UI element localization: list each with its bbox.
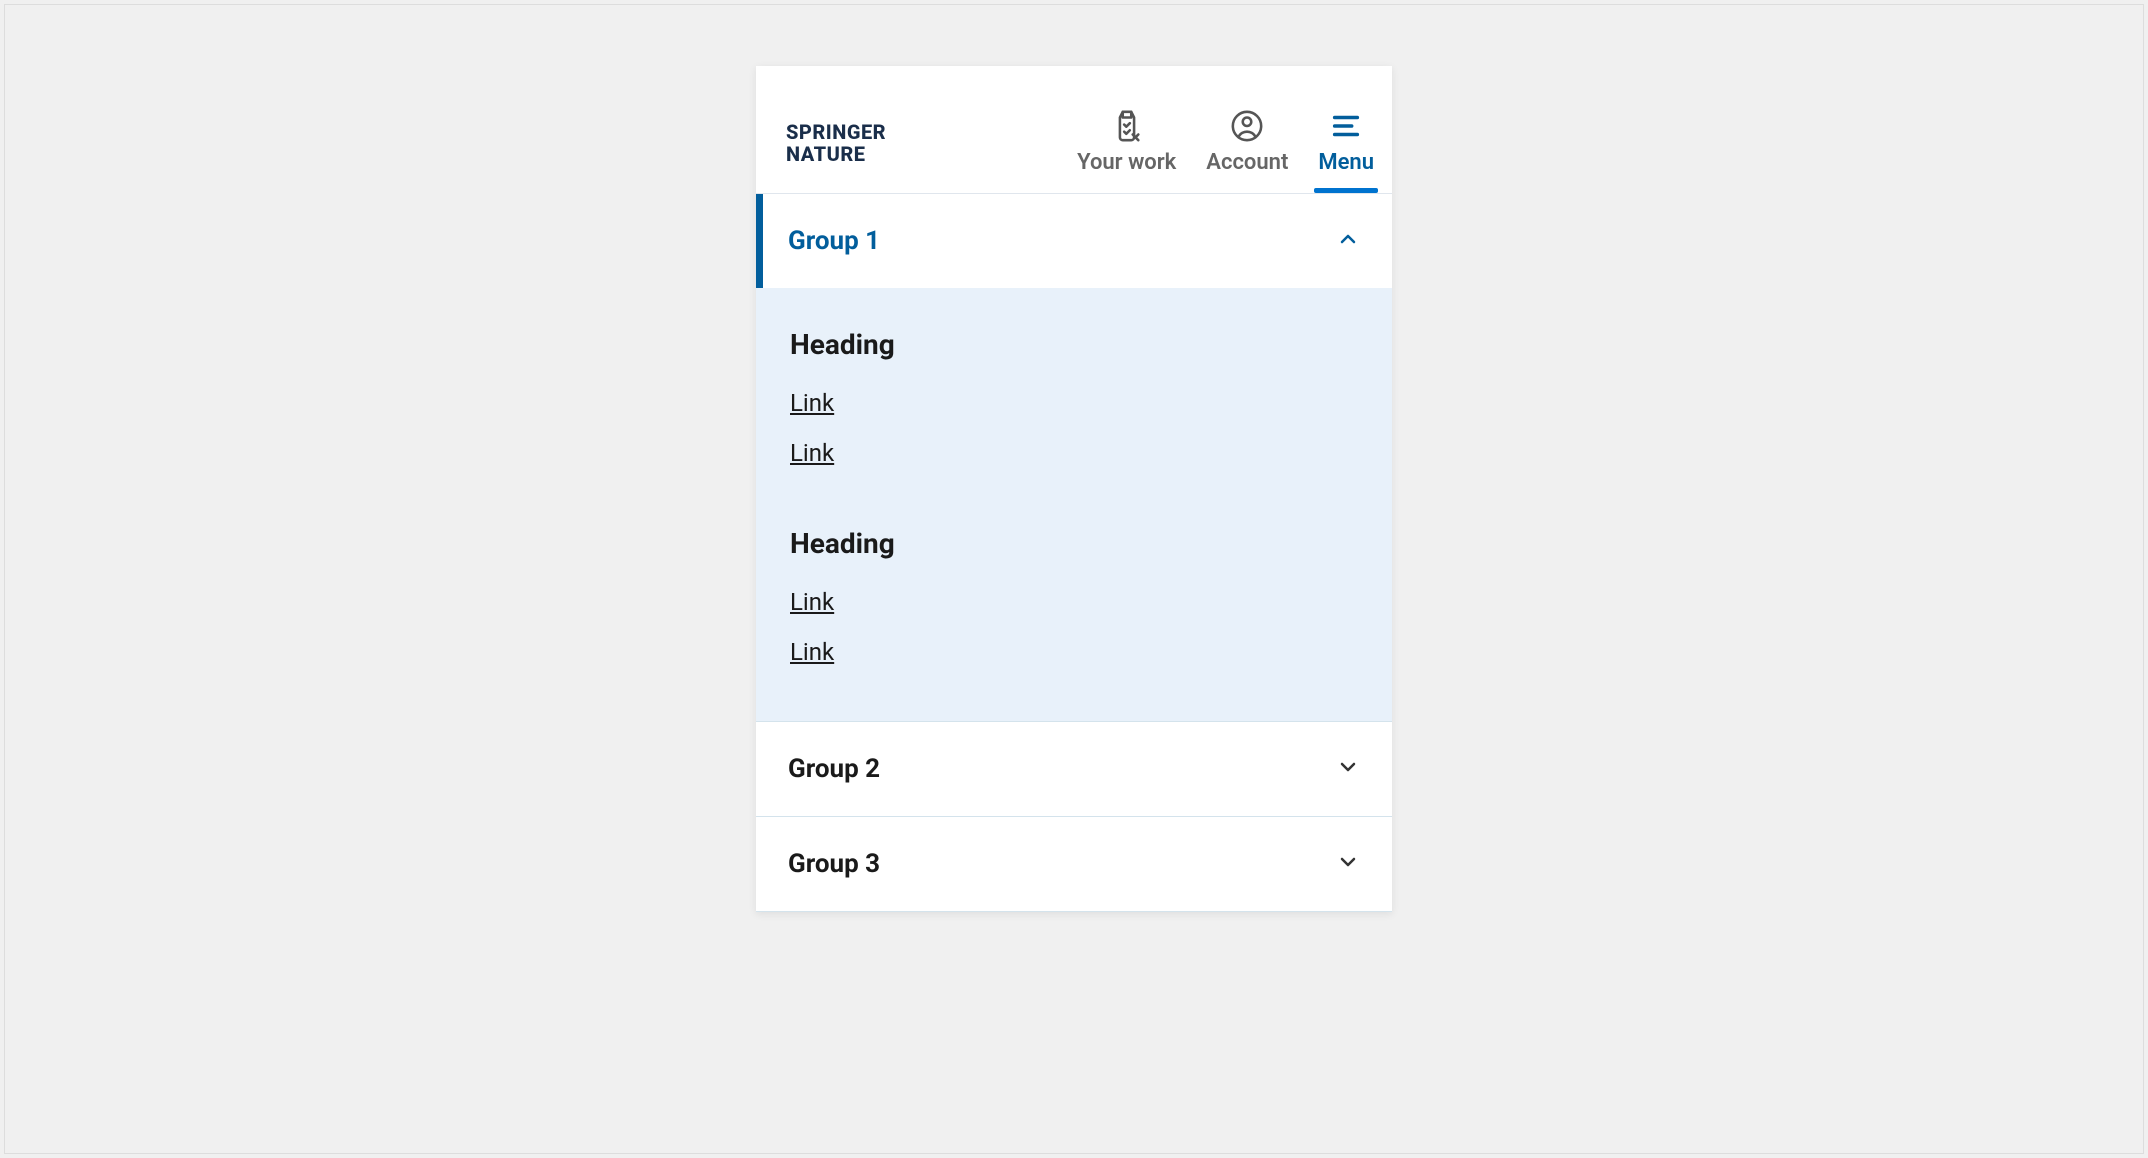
- section-heading: Heading: [790, 527, 1358, 560]
- nav-label: Account: [1206, 150, 1288, 175]
- accordion-group-2: Group 2: [756, 722, 1392, 817]
- menu-link[interactable]: Link: [790, 439, 1358, 467]
- chevron-up-icon: [1336, 227, 1360, 255]
- menu-link[interactable]: Link: [790, 389, 1358, 417]
- accordion-group-3: Group 3: [756, 817, 1392, 912]
- brand-line2: Nature: [786, 142, 866, 166]
- clipboard-icon: [1109, 108, 1145, 144]
- header-actions: Your work Account: [1077, 108, 1374, 193]
- nav-label: Your work: [1077, 150, 1176, 175]
- chevron-down-icon: [1336, 755, 1360, 783]
- menu-link[interactable]: Link: [790, 588, 1358, 616]
- accordion-group-1: Group 1 Heading Link Link Heading Link: [756, 194, 1392, 722]
- nav-label: Menu: [1318, 150, 1374, 175]
- accordion-toggle[interactable]: Group 2: [756, 722, 1392, 816]
- accordion-menu: Group 1 Heading Link Link Heading Link: [756, 194, 1392, 912]
- mobile-frame: Springer Nature Your work: [756, 66, 1392, 912]
- brand-line1: Springer: [786, 120, 886, 144]
- chevron-down-icon: [1336, 850, 1360, 878]
- section-heading: Heading: [790, 328, 1358, 361]
- menu-link[interactable]: Link: [790, 638, 1358, 666]
- nav-your-work[interactable]: Your work: [1077, 108, 1176, 193]
- menu-section: Heading Link Link: [790, 328, 1358, 467]
- accordion-toggle[interactable]: Group 3: [756, 817, 1392, 911]
- account-icon: [1229, 108, 1265, 144]
- group-title: Group 1: [788, 226, 880, 256]
- app-header: Springer Nature Your work: [756, 66, 1392, 194]
- brand-logo[interactable]: Springer Nature: [786, 121, 886, 193]
- menu-icon: [1328, 108, 1364, 144]
- group-title: Group 2: [788, 754, 880, 784]
- accordion-panel: Heading Link Link Heading Link Link: [756, 288, 1392, 721]
- nav-menu[interactable]: Menu: [1318, 108, 1374, 193]
- group-title: Group 3: [788, 849, 880, 879]
- nav-account[interactable]: Account: [1206, 108, 1288, 193]
- accordion-toggle[interactable]: Group 1: [756, 194, 1392, 288]
- menu-section: Heading Link Link: [790, 527, 1358, 666]
